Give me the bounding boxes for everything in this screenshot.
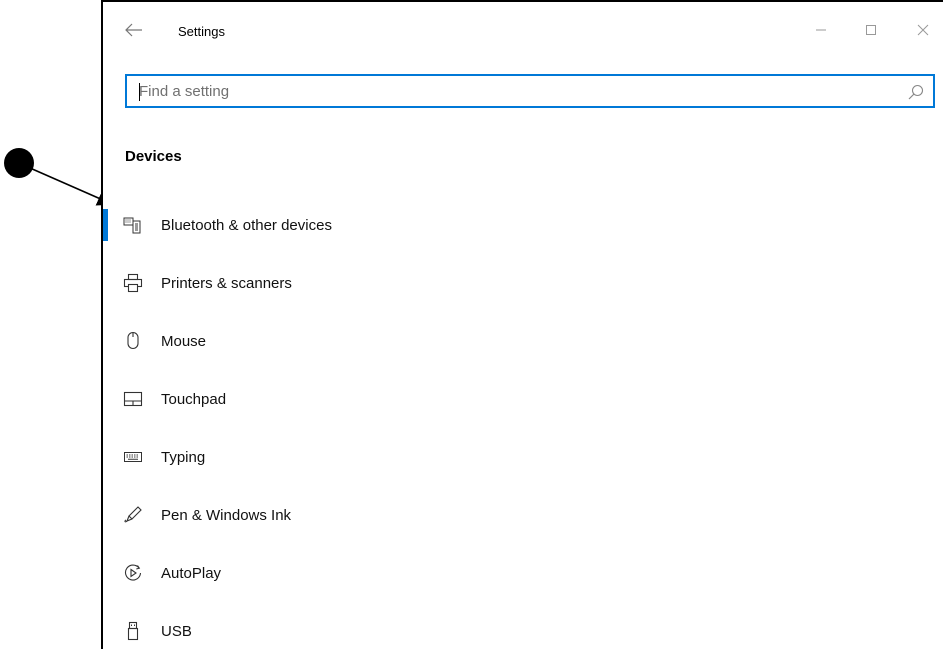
search-input[interactable] (139, 76, 899, 106)
nav-item-label: Typing (161, 448, 206, 466)
nav-item-usb[interactable]: USB (103, 602, 943, 660)
search-icon[interactable] (907, 83, 925, 101)
nav-item-pen[interactable]: Pen & Windows Ink (103, 486, 943, 544)
app-title: Settings (178, 24, 225, 39)
maximize-icon (866, 25, 876, 35)
nav-item-typing[interactable]: Typing (103, 428, 943, 486)
nav-item-label: USB (161, 622, 192, 640)
nav-item-label: Mouse (161, 332, 207, 350)
title-bar: Settings (103, 2, 943, 62)
close-icon (917, 24, 929, 36)
touchpad-icon (123, 389, 143, 409)
nav-item-touchpad[interactable]: Touchpad (103, 370, 943, 428)
autoplay-icon (123, 563, 143, 583)
nav-item-label: Printers & scanners (161, 274, 292, 292)
bluetooth-devices-icon (123, 215, 143, 235)
mouse-icon (123, 331, 143, 351)
section-title: Devices (125, 148, 182, 165)
pen-icon (123, 505, 143, 525)
nav-item-bluetooth[interactable]: Bluetooth & other devices (103, 196, 943, 254)
settings-window: Settings Devices (101, 0, 943, 649)
keyboard-icon (123, 447, 143, 467)
nav-list: Bluetooth & other devices Printers & sca… (103, 196, 943, 660)
minimize-icon (816, 29, 826, 31)
nav-item-autoplay[interactable]: AutoPlay (103, 544, 943, 602)
usb-icon (123, 621, 143, 641)
maximize-button[interactable] (857, 16, 885, 44)
nav-item-mouse[interactable]: Mouse (103, 312, 943, 370)
nav-item-label: Bluetooth & other devices (161, 216, 332, 234)
text-caret (139, 83, 140, 101)
nav-item-label: AutoPlay (161, 564, 222, 582)
nav-item-printers[interactable]: Printers & scanners (103, 254, 943, 312)
nav-item-label: Pen & Windows Ink (161, 506, 292, 524)
search-box[interactable] (125, 74, 935, 108)
annotation-dot (4, 148, 34, 178)
back-arrow-icon[interactable] (123, 20, 145, 42)
close-button[interactable] (909, 16, 937, 44)
printer-icon (123, 273, 143, 293)
nav-item-label: Touchpad (161, 390, 227, 408)
minimize-button[interactable] (807, 16, 835, 44)
